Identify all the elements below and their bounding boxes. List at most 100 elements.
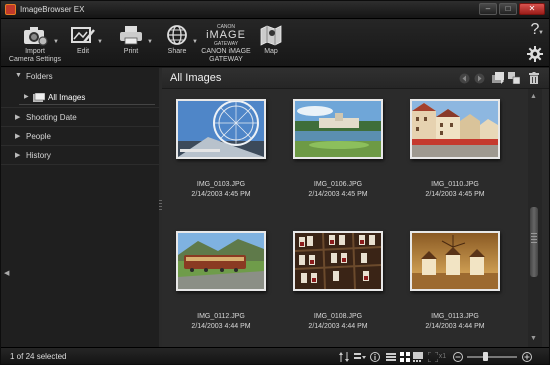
file-name: IMG_0108.JPG: [313, 313, 363, 320]
info-icon: [370, 351, 380, 362]
copy-photos-icon: [508, 72, 520, 84]
toolbar: ▼ Import Camera Settings ▼ Edit ▼ Print …: [1, 19, 549, 67]
file-date: 2/14/2003 4:44 PM: [308, 323, 368, 330]
share-button[interactable]: ▼ Share: [163, 22, 198, 56]
help-dropdown-icon[interactable]: ▼: [538, 30, 544, 36]
zoom-slider-track[interactable]: [467, 356, 517, 358]
collapse-pane-icon[interactable]: ◀: [4, 269, 9, 277]
thumbnail-image[interactable]: [176, 99, 266, 159]
forward-arrow-icon: [474, 73, 484, 83]
zoom-out-button[interactable]: [452, 351, 463, 362]
file-name: IMG_0103.JPG: [196, 181, 246, 188]
edit-pencil-icon: [71, 27, 95, 43]
back-arrow-icon: [459, 73, 469, 83]
settings-button[interactable]: [525, 46, 545, 64]
globe-icon: [167, 25, 187, 45]
image-browser-area: All Images IMG_0103.JPG 2/14/2003 4:45 P…: [162, 68, 549, 347]
history-label: History: [26, 151, 51, 160]
file-name: IMG_0106.JPG: [313, 181, 363, 188]
thumbnail-image[interactable]: [410, 99, 500, 159]
file-name: IMG_0110.JPG: [431, 181, 479, 188]
print-dropdown-icon[interactable]: ▼: [147, 39, 153, 45]
shooting-date-section[interactable]: ▶ Shooting Date: [1, 109, 159, 127]
list-view-button[interactable]: [385, 351, 397, 362]
vertical-scrollbar[interactable]: ▲ ▼: [528, 89, 542, 347]
preview-view-button[interactable]: [412, 351, 424, 362]
back-button[interactable]: [458, 72, 470, 84]
people-section[interactable]: ▶ People: [1, 128, 159, 146]
history-section[interactable]: ▶ History: [1, 147, 159, 165]
print-button[interactable]: ▼ Print: [113, 22, 153, 56]
folder-all-images[interactable]: ▶ All Images: [19, 91, 155, 105]
edit-label: Edit: [76, 48, 90, 55]
file-date: 2/14/2003 4:45 PM: [191, 191, 251, 198]
app-icon: [5, 4, 16, 15]
file-date: 2/14/2003 4:44 PM: [425, 323, 485, 330]
page-title: All Images: [170, 72, 222, 84]
import-to-folder-button[interactable]: [492, 72, 504, 84]
edit-button[interactable]: ▼ Edit: [65, 22, 103, 56]
minimize-button[interactable]: –: [479, 3, 497, 15]
title-bar: ImageBrowser EX – □ ✕: [1, 1, 549, 19]
zoom-slider-handle[interactable]: [482, 352, 488, 361]
expand-icon[interactable]: ▶: [15, 132, 20, 140]
scroll-up-icon[interactable]: ▲: [530, 93, 537, 100]
forward-button[interactable]: [473, 72, 485, 84]
zoom-in-button[interactable]: [521, 351, 532, 362]
sort-button[interactable]: [338, 351, 352, 362]
folders-header[interactable]: Folders: [26, 72, 53, 81]
gateway-label: CANON iMAGE GATEWAY: [201, 48, 251, 63]
import-dropdown-icon[interactable]: ▼: [53, 39, 59, 45]
file-name: IMG_0112.JPG: [197, 313, 245, 320]
thumbnail-image[interactable]: [176, 231, 266, 291]
sort-icon: [339, 351, 349, 362]
print-label: Print: [123, 48, 139, 55]
collapse-icon[interactable]: ▼: [15, 72, 22, 79]
gateway-sub: GATEWAY: [213, 40, 239, 47]
file-name: IMG_0113.JPG: [431, 313, 479, 320]
gateway-logo: iMAGE: [206, 28, 246, 41]
copy-images-button[interactable]: [508, 72, 520, 84]
maximize-button[interactable]: □: [499, 3, 517, 15]
file-date: 2/14/2003 4:44 PM: [191, 323, 251, 330]
map-button[interactable]: Map: [257, 22, 285, 56]
delete-button[interactable]: [528, 72, 540, 84]
filter-button[interactable]: [353, 351, 367, 362]
all-images-label: All Images: [48, 93, 86, 102]
close-button[interactable]: ✕: [519, 3, 545, 15]
scroll-down-icon[interactable]: ▼: [530, 335, 537, 342]
main-header: All Images: [162, 68, 549, 89]
people-label: People: [26, 132, 51, 141]
map-label: Map: [264, 48, 278, 55]
shooting-date-label: Shooting Date: [26, 113, 77, 122]
edit-dropdown-icon[interactable]: ▼: [97, 39, 103, 45]
photo-stack-icon: [492, 72, 504, 84]
folders-section: ▼ Folders ▶ All Images: [1, 68, 159, 108]
grid-view-icon: [400, 351, 410, 362]
zoom-in-icon: [521, 351, 532, 362]
info-button[interactable]: [369, 351, 381, 362]
share-label: Share: [167, 48, 187, 55]
file-date: 2/14/2003 4:45 PM: [425, 191, 485, 198]
grid-view-button[interactable]: [399, 351, 411, 362]
thumbnail-image[interactable]: [293, 99, 383, 159]
scrollbar-grip: [531, 233, 537, 243]
gear-icon: [527, 46, 543, 62]
expand-icon[interactable]: ▶: [24, 93, 29, 100]
thumbnail-image[interactable]: [293, 231, 383, 291]
folder-images-icon: [33, 93, 45, 102]
camera-gear-icon: [24, 27, 48, 46]
share-dropdown-icon[interactable]: ▼: [192, 39, 198, 45]
import-button[interactable]: ▼ Import Camera Settings: [7, 22, 63, 64]
help-button[interactable]: ? ▼: [525, 21, 545, 39]
trash-icon: [529, 72, 539, 84]
canon-image-gateway-button[interactable]: CANON iMAGE GATEWAY CANON iMAGE GATEWAY: [201, 22, 251, 64]
fit-frame-icon: [427, 351, 438, 362]
window-title: ImageBrowser EX: [20, 5, 85, 14]
expand-icon[interactable]: ▶: [15, 151, 20, 159]
status-bar: 1 of 24 selected x1: [1, 347, 549, 364]
actual-size-button[interactable]: x1: [427, 351, 447, 362]
file-date: 2/14/2003 4:45 PM: [308, 191, 368, 198]
expand-icon[interactable]: ▶: [15, 113, 20, 121]
thumbnail-image[interactable]: [410, 231, 500, 291]
